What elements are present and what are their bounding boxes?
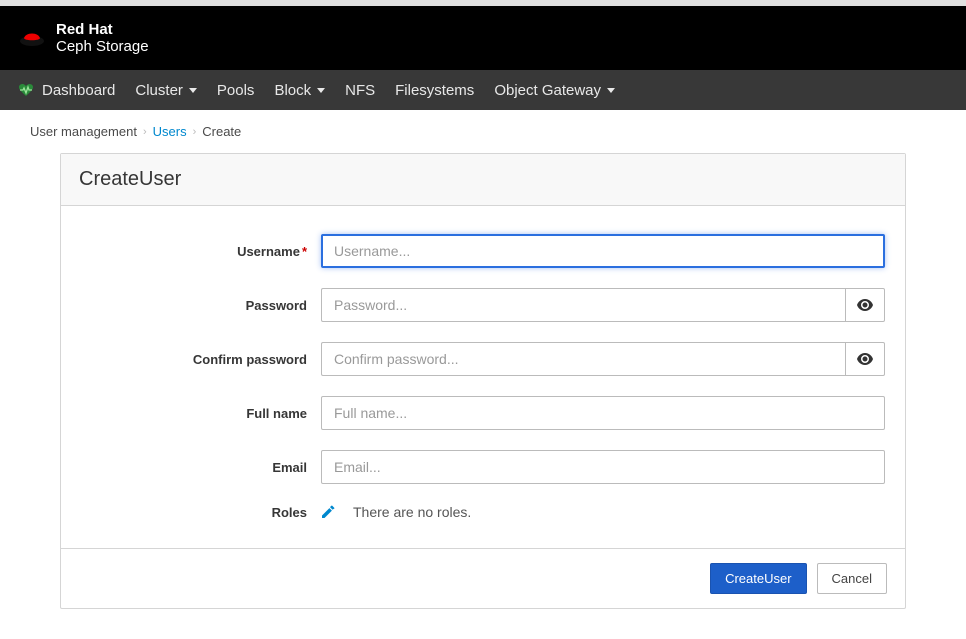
panel-footer: CreateUser Cancel [61, 548, 905, 608]
eye-icon [857, 353, 873, 365]
toggle-confirm-password-visibility-button[interactable] [845, 342, 885, 376]
redhat-logo-icon [18, 27, 46, 49]
password-input[interactable] [321, 288, 845, 322]
breadcrumb-link-users[interactable]: Users [153, 124, 187, 139]
password-label: Password [81, 298, 321, 313]
panel-header: CreateUser [61, 154, 905, 206]
nav-label: Pools [217, 82, 255, 99]
breadcrumb-separator-icon: › [193, 126, 197, 138]
cancel-button[interactable]: Cancel [817, 563, 887, 594]
username-input[interactable] [321, 234, 885, 268]
nav-label: Block [274, 82, 311, 99]
full-name-label: Full name [81, 406, 321, 421]
nav-filesystems[interactable]: Filesystems [385, 70, 484, 110]
nav-pools[interactable]: Pools [207, 70, 265, 110]
nav-nfs[interactable]: NFS [335, 70, 385, 110]
required-star-icon: * [302, 244, 307, 259]
nav-label: Cluster [135, 82, 183, 99]
toggle-password-visibility-button[interactable] [845, 288, 885, 322]
nav-dashboard[interactable]: Dashboard [18, 70, 125, 110]
create-user-panel: CreateUser Username* Password [60, 153, 906, 609]
brand: Red Hat Ceph Storage [18, 21, 149, 56]
roles-empty-text: There are no roles. [353, 504, 471, 520]
breadcrumb-separator-icon: › [143, 126, 147, 138]
main-nav: Dashboard Cluster Pools Block NFS Filesy… [0, 70, 966, 110]
edit-roles-button[interactable] [321, 505, 335, 519]
panel-title: CreateUser [79, 168, 887, 191]
nav-cluster[interactable]: Cluster [125, 70, 207, 110]
chevron-down-icon [317, 88, 325, 93]
nav-object-gateway[interactable]: Object Gateway [484, 70, 625, 110]
nav-label: Dashboard [42, 82, 115, 99]
nav-block[interactable]: Block [264, 70, 335, 110]
brand-bottom: Ceph Storage [56, 38, 149, 55]
brand-top: Red Hat [56, 21, 149, 38]
brand-text: Red Hat Ceph Storage [56, 21, 149, 56]
nav-label: Object Gateway [494, 82, 601, 99]
roles-label: Roles [81, 505, 321, 520]
breadcrumb-item: Create [202, 124, 241, 139]
app-header: Red Hat Ceph Storage [0, 6, 966, 70]
eye-icon [857, 299, 873, 311]
nav-label: NFS [345, 82, 375, 99]
confirm-password-input[interactable] [321, 342, 845, 376]
chevron-down-icon [189, 88, 197, 93]
username-label: Username* [81, 244, 321, 259]
breadcrumb-item: User management [30, 124, 137, 139]
panel-body: Username* Password [61, 206, 905, 548]
chevron-down-icon [607, 88, 615, 93]
create-user-button[interactable]: CreateUser [710, 563, 806, 594]
email-label: Email [81, 460, 321, 475]
breadcrumb: User management › Users › Create [0, 110, 966, 153]
health-heart-icon [18, 83, 34, 97]
full-name-input[interactable] [321, 396, 885, 430]
confirm-password-label: Confirm password [81, 352, 321, 367]
nav-label: Filesystems [395, 82, 474, 99]
email-input[interactable] [321, 450, 885, 484]
